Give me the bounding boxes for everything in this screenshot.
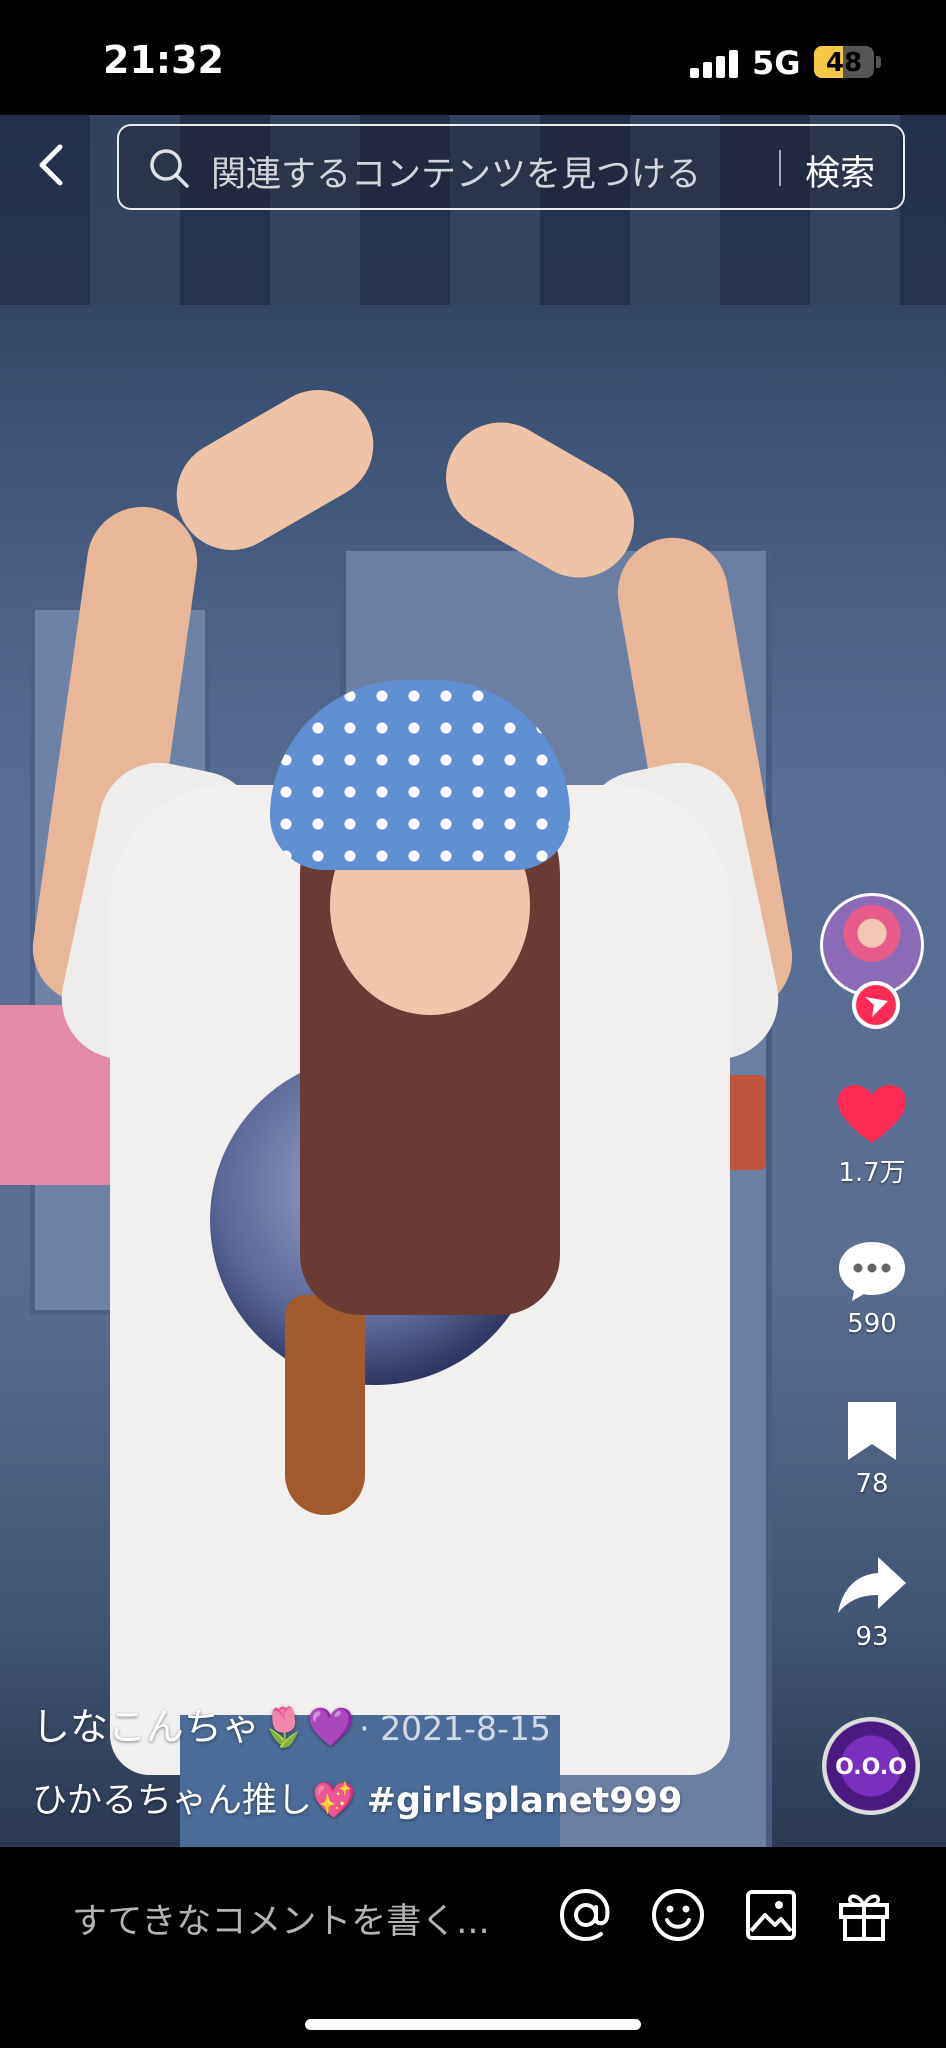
signal-icon bbox=[690, 48, 740, 78]
post-text: ひかるちゃん推し💖 bbox=[32, 1781, 356, 1821]
battery-tip bbox=[876, 56, 881, 68]
share-count: 93 bbox=[855, 1622, 889, 1652]
back-arrow-icon[interactable] bbox=[30, 133, 74, 197]
comment-bar: すてきなコメントを書く... bbox=[0, 1847, 946, 2048]
comment-count: 590 bbox=[847, 1309, 897, 1339]
network-type: 5G bbox=[752, 44, 801, 82]
battery-level: 48 bbox=[825, 48, 863, 78]
home-indicator[interactable] bbox=[305, 2019, 641, 2030]
like-count: 1.7万 bbox=[838, 1158, 906, 1188]
music-disc-label: O.O.O bbox=[835, 1755, 907, 1780]
hashtag-link[interactable]: #girlsplanet999 bbox=[367, 1781, 683, 1821]
creator-username[interactable]: しなこんちゃ🌷💜 bbox=[32, 1705, 355, 1749]
search-icon bbox=[150, 149, 189, 188]
post-date: · 2021-8-15 bbox=[359, 1709, 551, 1748]
follow-button[interactable] bbox=[852, 981, 900, 1029]
hat bbox=[270, 680, 570, 870]
status-time: 21:32 bbox=[103, 38, 224, 82]
mention-icon[interactable] bbox=[558, 1887, 614, 1943]
music-disc[interactable]: O.O.O bbox=[822, 1717, 920, 1815]
save-count: 78 bbox=[855, 1469, 889, 1499]
search-divider bbox=[779, 150, 781, 186]
post-caption: しなこんちゃ🌷💜 · 2021-8-15 bbox=[32, 1696, 792, 1751]
status-bar: 21:32 5G 48 bbox=[0, 0, 946, 115]
search-bar[interactable]: 関連するコンテンツを見つける 検索 bbox=[117, 124, 905, 210]
follow-arrow-icon bbox=[856, 985, 896, 1025]
bookmark-icon[interactable] bbox=[842, 1398, 902, 1464]
like-action[interactable]: 1.7万 bbox=[820, 1083, 924, 1189]
heart-icon[interactable] bbox=[836, 1083, 908, 1147]
image-icon[interactable] bbox=[743, 1887, 799, 1943]
share-icon[interactable] bbox=[836, 1553, 908, 1617]
hand-right bbox=[425, 402, 655, 598]
video-subject bbox=[0, 115, 946, 1847]
search-placeholder[interactable]: 関連するコンテンツを見つける bbox=[211, 146, 701, 197]
comment-input[interactable]: すてきなコメントを書く... bbox=[72, 1893, 490, 1944]
save-action[interactable]: 78 bbox=[820, 1398, 924, 1499]
comment-icon[interactable] bbox=[836, 1238, 908, 1304]
gift-icon[interactable] bbox=[836, 1887, 892, 1943]
shirt-graphic-cone bbox=[285, 1295, 365, 1515]
search-button[interactable]: 検索 bbox=[805, 145, 875, 196]
post-description: ひかるちゃん推し💖 #girlsplanet999 bbox=[32, 1772, 682, 1823]
emoji-icon[interactable] bbox=[650, 1887, 706, 1943]
comment-action[interactable]: 590 bbox=[820, 1238, 924, 1339]
video-player[interactable] bbox=[0, 115, 946, 1847]
battery-icon: 48 bbox=[814, 46, 874, 78]
share-action[interactable]: 93 bbox=[820, 1553, 924, 1652]
